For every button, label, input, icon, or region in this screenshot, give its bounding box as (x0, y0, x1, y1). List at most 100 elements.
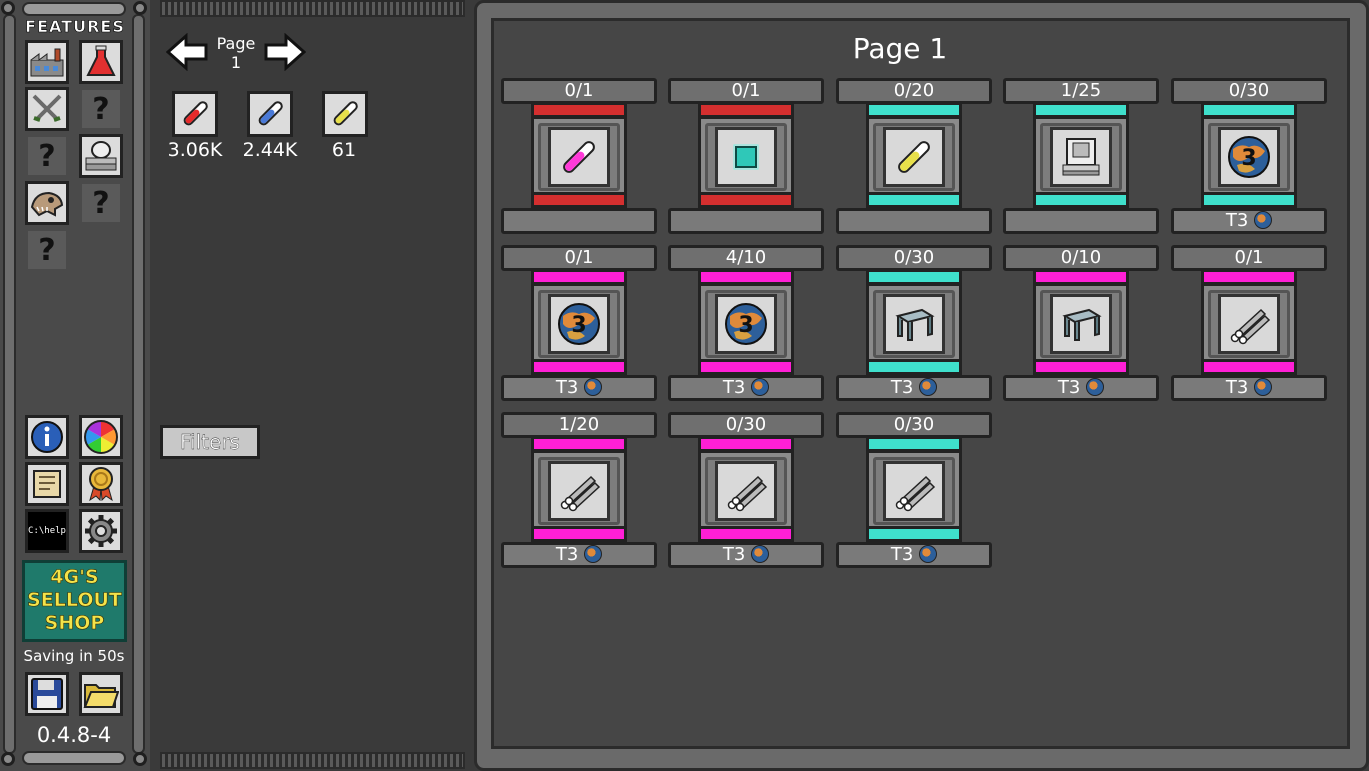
planet-3-icon: 3 (548, 294, 610, 354)
rivet (1, 1, 15, 15)
upgrade-count: 0/1 (1171, 245, 1327, 271)
upgrade-icon-frame (866, 283, 962, 365)
upgrade-icon-frame: 3 (698, 283, 794, 365)
shop-label-line: SHOP (44, 612, 105, 635)
upgrade-card[interactable]: 0/30 T3 (836, 412, 994, 572)
upgrade-count: 0/30 (668, 412, 824, 438)
upgrade-card[interactable]: 0/1 3 T3 (501, 245, 659, 405)
upgrade-card[interactable]: 0/30 T3 (668, 412, 826, 572)
printer-button[interactable] (79, 134, 123, 178)
globe-icon (919, 545, 938, 563)
globe-icon (751, 545, 770, 563)
upgrade-footer[interactable] (1003, 208, 1159, 234)
bottom-grill (160, 752, 465, 769)
locked-feature[interactable]: ? (79, 181, 123, 225)
svg-text:3: 3 (1241, 146, 1256, 171)
load-button[interactable] (79, 672, 123, 716)
pipes-icon (548, 461, 610, 521)
terminal-help-icon: C:\help (28, 526, 66, 536)
tier-bar-bottom (531, 359, 627, 375)
color-wheel-icon (84, 420, 118, 454)
upgrade-footer[interactable] (501, 208, 657, 234)
upgrade-count: 0/1 (668, 78, 824, 104)
upgrade-count: 0/1 (501, 245, 657, 271)
upgrade-count: 0/30 (836, 412, 992, 438)
upgrade-icon-frame (1033, 116, 1129, 198)
locked-feature[interactable]: ? (79, 87, 123, 131)
locked-feature[interactable]: ? (25, 134, 69, 178)
upgrade-card[interactable]: 0/1 (501, 78, 659, 238)
tier-label: T3 (890, 544, 914, 565)
globe-icon (584, 378, 603, 396)
upgrade-card[interactable]: 0/1 T3 (1171, 245, 1329, 405)
tier-bar-bottom (531, 526, 627, 542)
tier-bar-bottom (1033, 192, 1129, 208)
research-button[interactable] (79, 40, 123, 84)
combat-button[interactable] (25, 87, 69, 131)
tier-bar-bottom (698, 526, 794, 542)
upgrade-footer[interactable]: T3 (836, 542, 992, 568)
upgrade-footer[interactable] (836, 208, 992, 234)
factory-icon (30, 48, 64, 77)
award-ribbon-icon (89, 467, 113, 502)
rivet (133, 1, 147, 15)
dinosaur-skull-icon (30, 191, 64, 217)
pipes-icon (715, 461, 777, 521)
sidebar-scroll-bottom[interactable] (22, 751, 126, 765)
settings-button[interactable] (79, 509, 123, 553)
red-vial-count: 3.06K (167, 139, 223, 161)
right-rail (132, 14, 145, 754)
upgrade-footer[interactable]: T3 (501, 542, 657, 568)
next-page-arrow-icon[interactable] (264, 33, 306, 71)
prev-page-arrow-icon[interactable] (166, 33, 208, 71)
upgrade-footer[interactable]: T3 (501, 375, 657, 401)
upgrade-card[interactable]: 1/25 (1003, 78, 1161, 238)
upgrade-card[interactable]: 0/30 3 T3 (1171, 78, 1329, 238)
upgrade-card[interactable]: 0/20 (836, 78, 994, 238)
upgrade-card[interactable]: 1/20 T3 (501, 412, 659, 572)
globe-icon (1254, 378, 1273, 396)
upgrade-icon-frame (698, 116, 794, 198)
upgrade-card[interactable]: 0/10 T3 (1003, 245, 1161, 405)
upgrade-footer[interactable]: T3 (836, 375, 992, 401)
blue-vial-icon (258, 101, 283, 126)
tier-bar-bottom (866, 192, 962, 208)
info-icon (31, 421, 63, 453)
factory-button[interactable] (25, 40, 69, 84)
save-button[interactable] (25, 672, 69, 716)
blue-vial-resource (247, 91, 293, 137)
upgrade-footer[interactable]: T3 (668, 375, 824, 401)
folder-icon (83, 684, 119, 708)
pipes-icon (883, 461, 945, 521)
achievements-button[interactable] (79, 462, 123, 506)
tier-bar-bottom (1201, 359, 1297, 375)
upgrade-card[interactable]: 0/1 (668, 78, 826, 238)
upgrade-icon-frame (698, 450, 794, 532)
upgrade-footer[interactable]: T3 (1003, 375, 1159, 401)
yellow-vial-resource (322, 91, 368, 137)
sidebar-scroll-top[interactable] (22, 2, 126, 16)
color-wheel-button[interactable] (79, 415, 123, 459)
help-console-button[interactable]: C:\help (25, 509, 69, 553)
upgrade-footer[interactable]: T3 (1171, 375, 1327, 401)
upgrade-count: 0/30 (1171, 78, 1327, 104)
upgrade-card[interactable]: 0/30 T3 (836, 245, 994, 405)
page-indicator: Page 1 (206, 34, 266, 72)
locked-feature[interactable]: ? (25, 228, 69, 272)
yellow-vial-icon (333, 101, 358, 126)
shop-label-line: SELLOUT (27, 589, 122, 612)
globe-icon (919, 378, 938, 396)
upgrade-footer[interactable]: T3 (1171, 208, 1327, 234)
tier-bar-bottom (531, 192, 627, 208)
upgrade-icon-frame: 3 (531, 283, 627, 365)
upgrade-footer[interactable] (668, 208, 824, 234)
info-button[interactable] (25, 415, 69, 459)
filters-button[interactable]: Filters (160, 425, 260, 459)
red-vial-resource (172, 91, 218, 137)
yellow-vial-count: 61 (331, 139, 357, 161)
sellout-shop-button[interactable]: 4G'S SELLOUT SHOP (22, 560, 127, 642)
upgrade-card[interactable]: 4/10 3 T3 (668, 245, 826, 405)
upgrade-footer[interactable]: T3 (668, 542, 824, 568)
fossil-button[interactable] (25, 181, 69, 225)
map-button[interactable] (25, 462, 69, 506)
